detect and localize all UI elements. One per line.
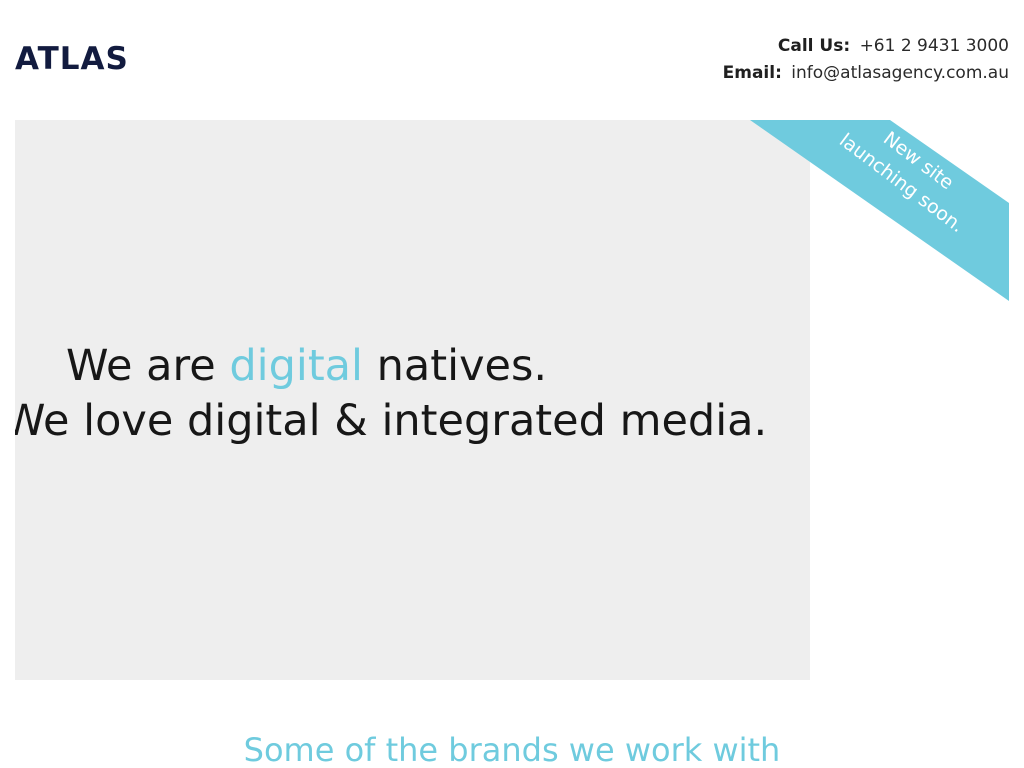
- email-row: Email: info@atlasagency.com.au: [723, 60, 1009, 87]
- hero-line-1-prefix: We are: [66, 341, 230, 391]
- hero-accent-digital: digital: [229, 341, 363, 391]
- page: ATLAS Call Us: +61 2 9431 3000 Email: in…: [0, 0, 1024, 768]
- atlas-logo[interactable]: ATLAS: [15, 44, 129, 75]
- email-label: Email:: [722, 63, 782, 83]
- launch-ribbon: New site launching soon.: [750, 120, 1009, 301]
- phone-row: Call Us: +61 2 9431 3000: [723, 33, 1009, 60]
- phone-label: Call Us:: [777, 36, 851, 56]
- hero-line-1-suffix: natives.: [362, 341, 548, 391]
- hero-headline-line-2: We love digital & integrated media.: [15, 396, 768, 446]
- hero-panel: We are digital natives. We love digital …: [15, 120, 810, 680]
- contact-info: Call Us: +61 2 9431 3000 Email: info@atl…: [723, 33, 1009, 87]
- hero-headline-line-1: We are digital natives.: [66, 345, 547, 388]
- brands-section-title: Some of the brands we work with: [243, 731, 781, 768]
- email-link[interactable]: info@atlasagency.com.au: [791, 63, 1009, 83]
- phone-link[interactable]: +61 2 9431 3000: [860, 36, 1009, 56]
